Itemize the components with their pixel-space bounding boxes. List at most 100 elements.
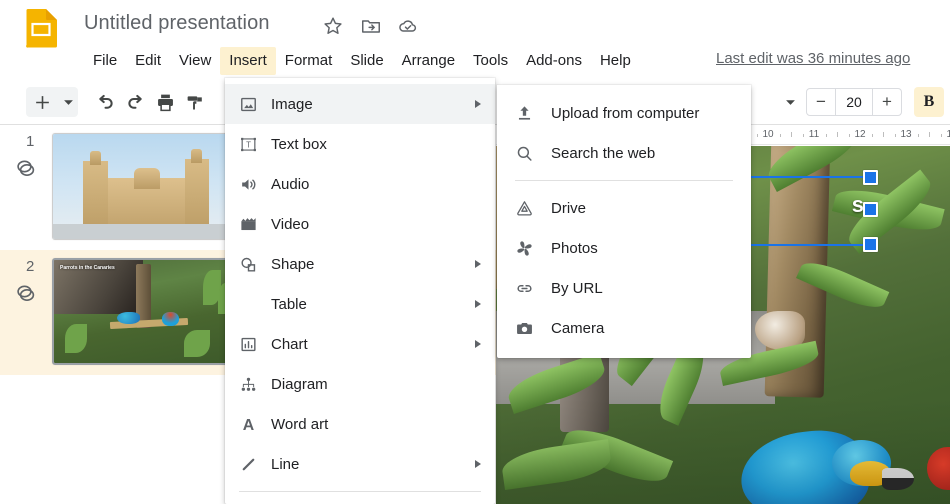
slide-number: 1 (26, 133, 35, 150)
textbox-icon: T (239, 135, 271, 154)
print-button[interactable] (150, 87, 180, 117)
diagram-icon (239, 375, 271, 394)
image-submenu-dropdown[interactable]: Upload from computer Search the web Driv… (497, 85, 751, 358)
ruler-label: 14 (946, 129, 950, 140)
ruler-tick (756, 134, 758, 137)
menu-addons[interactable]: Add-ons (517, 47, 591, 75)
insert-menu-label: Table (271, 295, 307, 313)
image-submenu-item-by-url[interactable]: By URL (497, 268, 751, 308)
menu-format[interactable]: Format (276, 47, 342, 75)
image-submenu-divider (515, 180, 733, 181)
menu-insert[interactable]: Insert (220, 47, 276, 75)
ruler-tick (871, 134, 873, 137)
parrots-photo (54, 260, 240, 363)
slide-number: 2 (26, 258, 35, 275)
image-icon (239, 95, 271, 114)
insert-menu-label: Word art (271, 415, 329, 433)
link-icon (515, 279, 551, 298)
insert-menu-item-table[interactable]: Table (225, 284, 495, 324)
ruler-label: 12 (854, 129, 866, 140)
ruler-label: 11 (808, 129, 820, 140)
insert-menu-item-line[interactable]: Line (225, 444, 495, 484)
slide-thumbnail[interactable]: Parrots in the Canaries (52, 258, 242, 365)
insert-menu-divider (239, 491, 481, 492)
insert-menu-label: Audio (271, 175, 310, 193)
ruler-tick (779, 134, 781, 137)
paint-format-button[interactable] (180, 87, 210, 117)
line-icon (239, 455, 271, 474)
menu-edit[interactable]: Edit (126, 47, 170, 75)
insert-menu-label: Image (271, 95, 313, 113)
menu-file[interactable]: File (84, 47, 126, 75)
cloud-saved-icon[interactable] (397, 15, 419, 37)
slides-logo-icon (24, 8, 58, 48)
document-title[interactable]: Untitled presentation (84, 12, 270, 35)
redo-button[interactable] (120, 87, 150, 117)
ruler-tick (894, 134, 896, 137)
chevron-right-icon (475, 460, 481, 468)
video-icon (239, 215, 271, 234)
chart-icon (239, 335, 271, 354)
image-submenu-item-camera[interactable]: Camera (497, 308, 751, 348)
ruler-tick (917, 134, 919, 137)
move-to-folder-icon[interactable] (360, 15, 382, 37)
bold-button[interactable]: B (914, 87, 944, 117)
ruler-tick (883, 132, 884, 137)
image-submenu-label: Search the web (551, 144, 656, 162)
menu-arrange[interactable]: Arrange (393, 47, 464, 75)
image-submenu-item-photos[interactable]: Photos (497, 228, 751, 268)
audio-icon (239, 175, 271, 194)
insert-menu-label: Shape (271, 255, 315, 273)
chevron-right-icon (475, 340, 481, 348)
image-submenu-label: By URL (551, 279, 603, 297)
menu-slide[interactable]: Slide (341, 47, 392, 75)
font-size-value[interactable]: 20 (835, 89, 873, 115)
insert-menu-item-chart[interactable]: Chart (225, 324, 495, 364)
insert-menu-dropdown[interactable]: Image T Text box Audio Video Shape Table… (225, 78, 495, 504)
insert-menu-item-audio[interactable]: Audio (225, 164, 495, 204)
font-size-dropdown-caret[interactable] (778, 87, 802, 117)
menu-tools[interactable]: Tools (464, 47, 517, 75)
cathedral-photo (53, 134, 241, 239)
drive-icon (515, 199, 551, 218)
image-submenu-item-drive[interactable]: Drive (497, 188, 751, 228)
menu-help[interactable]: Help (591, 47, 640, 75)
image-submenu-label: Upload from computer (551, 104, 700, 122)
insert-menu-item-image[interactable]: Image (225, 84, 495, 124)
font-size-decrease-button[interactable]: − (807, 89, 835, 115)
insert-menu-item-diagram[interactable]: Diagram (225, 364, 495, 404)
photos-icon (515, 239, 551, 258)
image-submenu-label: Drive (551, 199, 587, 217)
slide-thumbnail-caption: Parrots in the Canaries (60, 265, 115, 271)
new-slide-button[interactable] (26, 87, 58, 117)
menu-view[interactable]: View (170, 47, 220, 75)
title-bar: Untitled presentation (0, 0, 950, 48)
insert-menu-item-video[interactable]: Video (225, 204, 495, 244)
insert-menu-item-text-box[interactable]: T Text box (225, 124, 495, 164)
svg-text:A: A (243, 417, 255, 434)
new-slide-dropdown[interactable] (58, 87, 78, 117)
font-size-increase-button[interactable]: + (873, 89, 901, 115)
slide-thumbnail[interactable] (52, 133, 242, 240)
slides-app-window: Untitled presentation File Edit View Ins… (0, 0, 950, 504)
image-submenu-item-upload-from-computer[interactable]: Upload from computer (497, 93, 751, 133)
undo-button[interactable] (90, 87, 120, 117)
insert-menu-label: Video (271, 215, 310, 233)
insert-menu-label: Chart (271, 335, 308, 353)
last-edit-status[interactable]: Last edit was 36 minutes ago (716, 50, 910, 67)
svg-text:T: T (246, 140, 251, 149)
ruler-tick (802, 134, 804, 137)
ruler-tick (848, 134, 850, 137)
ruler-label: 13 (900, 129, 912, 140)
star-icon[interactable] (322, 15, 344, 37)
insert-menu-label: Diagram (271, 375, 328, 393)
upload-icon (515, 104, 551, 123)
image-submenu-item-search-the-web[interactable]: Search the web (497, 133, 751, 173)
wordart-icon: A (239, 415, 271, 434)
insert-menu-item-shape[interactable]: Shape (225, 244, 495, 284)
ruler-tick (929, 132, 930, 137)
slide-layout-icon (14, 282, 38, 309)
slide-layout-icon (14, 157, 38, 184)
insert-menu-item-word-art[interactable]: A Word art (225, 404, 495, 444)
insert-menu-label: Text box (271, 135, 327, 153)
